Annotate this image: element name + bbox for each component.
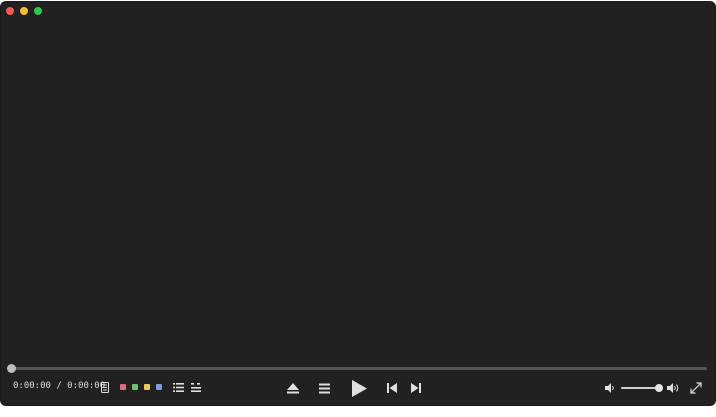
tag-red[interactable]	[120, 384, 126, 390]
tag-yellow[interactable]	[144, 384, 150, 390]
menu-icon	[318, 383, 330, 393]
chapters-icon	[191, 382, 201, 392]
previous-icon	[387, 383, 397, 393]
mute-button[interactable]	[604, 382, 616, 394]
tag-green[interactable]	[132, 384, 138, 390]
menu-button[interactable]	[317, 381, 331, 395]
next-icon	[411, 383, 421, 393]
seek-handle[interactable]	[7, 364, 16, 373]
next-button[interactable]	[410, 382, 422, 394]
play-icon	[351, 379, 367, 397]
volume-slider[interactable]	[621, 384, 663, 392]
tag-blue[interactable]	[156, 384, 162, 390]
control-bar: 0:00:00 / 0:00:00	[1, 374, 715, 400]
chapters-button[interactable]	[190, 382, 202, 392]
max-volume-button[interactable]	[666, 382, 680, 394]
fullscreen-icon	[690, 382, 702, 394]
volume-handle[interactable]	[655, 384, 663, 392]
seek-bar[interactable]	[7, 364, 707, 373]
subtitles-button[interactable]	[100, 381, 110, 393]
volume-high-icon	[666, 383, 678, 393]
player-window: 0:00:00 / 0:00:00	[1, 2, 715, 405]
fullscreen-button[interactable]	[689, 381, 703, 395]
video-area[interactable]	[1, 2, 715, 362]
playlist-button[interactable]	[172, 382, 184, 392]
time-display: 0:00:00 / 0:00:00	[13, 381, 106, 391]
list-icon	[172, 382, 184, 392]
volume-low-icon	[604, 383, 614, 393]
eject-button[interactable]	[286, 381, 300, 395]
previous-button[interactable]	[386, 382, 398, 394]
subtitles-icon	[101, 381, 109, 393]
play-button[interactable]	[350, 378, 368, 398]
eject-icon	[287, 383, 299, 394]
